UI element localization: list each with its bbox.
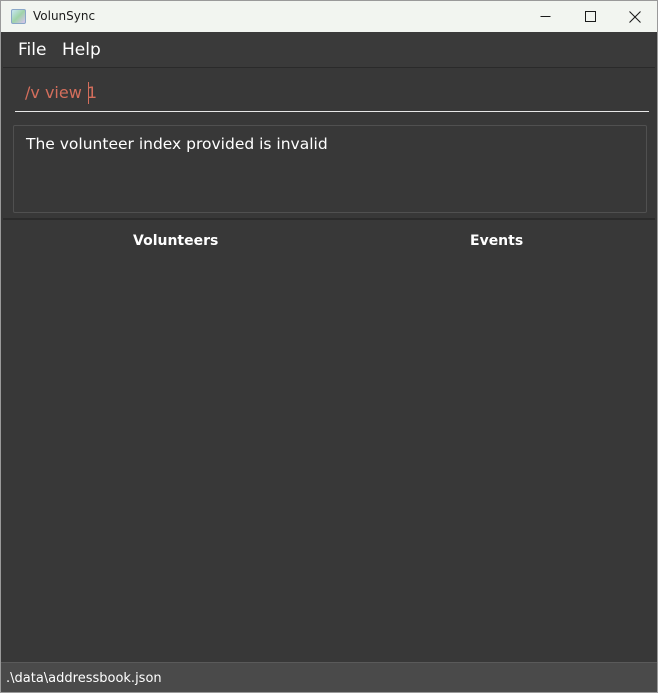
command-box xyxy=(3,69,655,119)
result-message: The volunteer index provided is invalid xyxy=(26,135,328,153)
maximize-button[interactable] xyxy=(567,1,613,32)
save-location-path: .\data\addressbook.json xyxy=(6,671,162,686)
app-icon xyxy=(11,9,26,24)
minimize-button[interactable] xyxy=(522,1,568,32)
divider xyxy=(3,218,655,220)
status-bar: .\data\addressbook.json xyxy=(1,662,657,692)
app-window: VolunSync File Help The volunteer index … xyxy=(0,0,658,693)
close-button[interactable] xyxy=(612,1,657,32)
close-icon xyxy=(629,10,641,23)
menu-help[interactable]: Help xyxy=(62,40,101,60)
events-list[interactable] xyxy=(329,255,655,661)
text-caret xyxy=(88,82,89,104)
command-input[interactable] xyxy=(15,74,649,112)
menu-bar: File Help xyxy=(3,32,655,68)
minimize-icon xyxy=(540,16,550,17)
menu-file[interactable]: File xyxy=(18,40,46,60)
events-panel-title: Events xyxy=(470,233,524,249)
window-title: VolunSync xyxy=(33,9,96,23)
result-display[interactable]: The volunteer index provided is invalid xyxy=(13,125,647,213)
volunteers-list[interactable] xyxy=(3,255,329,661)
volunteers-panel-title: Volunteers xyxy=(133,233,219,249)
maximize-icon xyxy=(584,11,596,22)
title-bar[interactable]: VolunSync xyxy=(1,1,657,32)
